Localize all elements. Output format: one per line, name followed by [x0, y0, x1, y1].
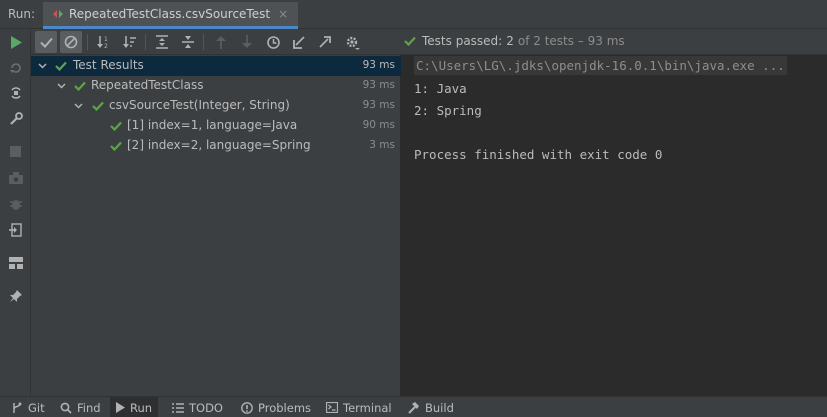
previous-failed-icon[interactable]	[210, 31, 232, 53]
console-line: 1: Java	[414, 81, 467, 96]
test-results-tree: Test Results 93 ms RepeatedTestClass 93 …	[31, 55, 401, 396]
tree-time: 93 ms	[362, 99, 395, 111]
tool-git-label: Git	[28, 400, 45, 415]
console-line: 2: Spring	[414, 103, 482, 118]
sort-alphabetically-icon[interactable]: 12	[93, 31, 115, 53]
passed-check-icon	[110, 140, 122, 152]
hammer-icon	[407, 401, 420, 414]
chevron-down-icon[interactable]	[56, 81, 66, 91]
tree-time: 93 ms	[362, 79, 395, 91]
tree-row-root[interactable]: Test Results 93 ms	[31, 56, 401, 76]
tool-problems-label: Problems	[258, 400, 312, 415]
terminal-icon	[326, 402, 338, 413]
search-icon	[60, 402, 72, 414]
tool-terminal[interactable]: Terminal	[320, 397, 398, 417]
tool-build-label: Build	[425, 400, 454, 415]
test-status: Tests passed: 2 of 2 tests – 93 ms	[404, 34, 625, 48]
git-branch-icon	[11, 402, 23, 414]
tree-row-method[interactable]: csvSourceTest(Integer, String) 93 ms	[31, 96, 401, 116]
passed-check-icon	[404, 36, 416, 46]
stop-icon[interactable]	[5, 141, 26, 162]
tool-terminal-label: Terminal	[343, 400, 392, 415]
test-history-icon[interactable]	[262, 31, 284, 53]
exit-icon[interactable]	[5, 219, 26, 240]
console-output[interactable]: C:\Users\LG\.jdks\openjdk-16.0.1\bin\jav…	[402, 55, 827, 396]
tree-label: [2] index=2, language=Spring	[127, 138, 311, 152]
run-label: Run:	[8, 7, 36, 21]
rerun-icon[interactable]	[5, 32, 26, 53]
test-toolbar: 12 Tests passed: 2 of 2 tests – 93 ms	[31, 29, 827, 55]
console-command-line: C:\Users\LG\.jdks\openjdk-16.0.1\bin\jav…	[414, 56, 787, 75]
left-toolbar	[0, 29, 31, 396]
tree-time: 93 ms	[362, 59, 395, 71]
tool-find[interactable]: Find	[54, 397, 107, 417]
tool-find-label: Find	[77, 400, 101, 415]
export-tests-icon[interactable]	[314, 31, 336, 53]
expand-all-icon[interactable]	[151, 31, 173, 53]
passed-check-icon	[110, 120, 122, 132]
tree-label: Test Results	[73, 58, 144, 72]
run-config-tab[interactable]: RepeatedTestClass.csvSourceTest ×	[43, 2, 299, 29]
tree-time: 3 ms	[369, 139, 395, 151]
status-passed-label: Tests passed:	[422, 34, 503, 48]
passed-check-icon	[74, 80, 86, 92]
tab-title: RepeatedTestClass.csvSourceTest	[69, 7, 271, 21]
tree-row-class[interactable]: RepeatedTestClass 93 ms	[31, 76, 401, 96]
show-ignored-icon[interactable]	[60, 31, 82, 53]
tree-row-case[interactable]: [2] index=2, language=Spring 3 ms	[31, 136, 401, 156]
pin-icon[interactable]	[5, 285, 26, 306]
passed-check-icon	[55, 60, 67, 72]
status-count: 2	[506, 34, 514, 48]
tree-label: RepeatedTestClass	[91, 78, 204, 92]
run-tab-bar: Run: RepeatedTestClass.csvSourceTest ×	[0, 0, 827, 29]
test-config-icon	[53, 9, 63, 19]
tree-row-case[interactable]: [1] index=1, language=Java 90 ms	[31, 116, 401, 136]
layout-icon[interactable]	[5, 252, 26, 273]
chevron-down-icon[interactable]	[37, 61, 47, 71]
sort-by-duration-icon[interactable]	[119, 31, 141, 53]
problems-info-icon	[241, 401, 253, 414]
toggle-auto-test-icon[interactable]	[5, 82, 26, 103]
debug-bug-icon[interactable]	[5, 193, 26, 214]
show-passed-icon[interactable]	[35, 31, 57, 53]
camera-icon[interactable]	[5, 167, 26, 188]
tree-label: csvSourceTest(Integer, String)	[109, 98, 290, 112]
settings-gear-icon[interactable]	[341, 31, 363, 53]
svg-text:2: 2	[104, 43, 108, 49]
status-rest: of 2 tests – 93 ms	[517, 34, 625, 48]
rerun-failed-icon[interactable]	[5, 57, 26, 78]
tree-time: 90 ms	[362, 119, 395, 131]
tab-close-icon[interactable]: ×	[278, 7, 288, 21]
passed-check-icon	[92, 100, 104, 112]
collapse-all-icon[interactable]	[177, 31, 199, 53]
tool-build[interactable]: Build	[401, 397, 460, 417]
todo-list-icon	[172, 402, 184, 413]
tool-todo-label: TODO	[189, 400, 223, 415]
import-tests-icon[interactable]	[288, 31, 310, 53]
tool-problems[interactable]: Problems	[235, 397, 317, 417]
tree-label: [1] index=1, language=Java	[127, 118, 298, 132]
chevron-down-icon[interactable]	[73, 101, 83, 111]
tool-git[interactable]: Git	[5, 397, 51, 417]
tool-run[interactable]: Run	[110, 397, 159, 417]
console-line: Process finished with exit code 0	[414, 147, 663, 162]
tool-todo[interactable]: TODO	[166, 397, 229, 417]
run-play-icon	[116, 402, 125, 413]
wrench-icon[interactable]	[5, 108, 26, 129]
next-failed-icon[interactable]	[236, 31, 258, 53]
tool-run-label: Run	[130, 400, 153, 415]
tool-window-bar: Git Find Run TODO Problems Terminal Buil…	[0, 396, 827, 417]
svg-text:1: 1	[104, 36, 108, 43]
